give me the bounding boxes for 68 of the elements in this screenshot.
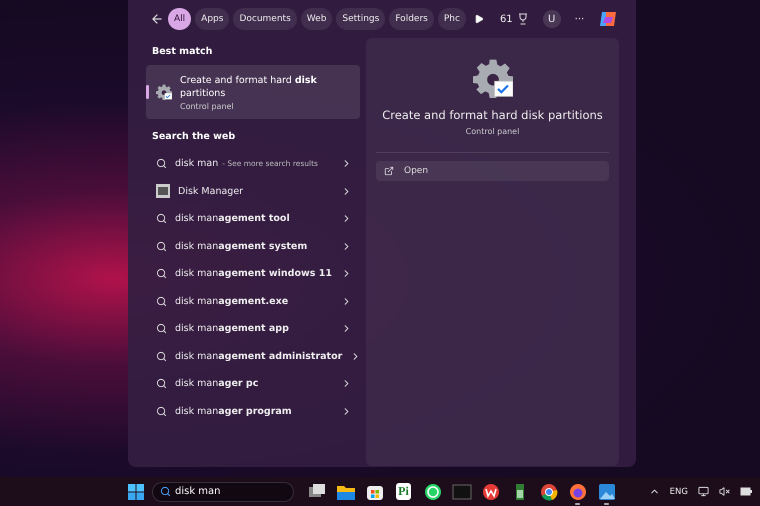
search-icon bbox=[156, 240, 167, 252]
search-icon bbox=[156, 158, 167, 170]
search-icon bbox=[156, 296, 167, 307]
photo-app-icon[interactable] bbox=[596, 482, 616, 502]
web-result-item[interactable]: disk management administrator bbox=[146, 342, 360, 370]
web-result-item[interactable]: disk management.exe bbox=[146, 288, 360, 315]
result-text: disk management app bbox=[175, 323, 289, 334]
result-text: Disk Manager bbox=[178, 186, 244, 197]
terminal-icon[interactable] bbox=[452, 482, 472, 502]
web-result-item[interactable]: disk management windows 11 bbox=[146, 260, 360, 288]
chat-bubble-icon[interactable] bbox=[422, 482, 442, 502]
disk-app-icon bbox=[156, 184, 170, 198]
filter-tab[interactable]: All bbox=[168, 8, 192, 30]
points-count: 61 bbox=[500, 14, 513, 24]
filter-tab[interactable]: Folders bbox=[389, 8, 434, 30]
app-logo[interactable]: Pi bbox=[396, 483, 411, 500]
settings-icon bbox=[156, 84, 172, 100]
filter-tab[interactable]: Web bbox=[300, 8, 332, 30]
search-icon bbox=[156, 268, 167, 280]
search-icon bbox=[156, 350, 167, 362]
selection-indicator bbox=[146, 85, 149, 99]
battery-icon[interactable] bbox=[740, 487, 752, 496]
search-icon bbox=[156, 323, 167, 334]
result-text: disk manager pc bbox=[175, 378, 258, 390]
monitor-icon[interactable] bbox=[698, 486, 709, 497]
section-heading: Search the web bbox=[152, 131, 236, 142]
preview-subtitle: Control panel bbox=[466, 127, 520, 136]
web-result-item[interactable]: disk management system bbox=[146, 232, 360, 260]
search-icon bbox=[156, 213, 167, 224]
filter-tab[interactable]: Documents bbox=[233, 8, 297, 30]
filter-tab[interactable]: Settings bbox=[336, 8, 386, 30]
web-result-item[interactable]: disk management app bbox=[146, 315, 360, 342]
fox-browser-icon[interactable] bbox=[568, 482, 588, 502]
language-indicator[interactable]: ENG bbox=[670, 486, 688, 496]
muted-speaker-icon[interactable] bbox=[719, 486, 730, 497]
result-text: disk man bbox=[175, 158, 218, 170]
web-result-item[interactable]: Disk Manager bbox=[146, 178, 360, 205]
result-text: disk management administrator bbox=[175, 350, 342, 362]
filter-tab[interactable]: Apps bbox=[195, 8, 230, 30]
play-icon[interactable] bbox=[474, 14, 484, 24]
more-options[interactable]: ··· bbox=[574, 14, 584, 24]
settings-icon bbox=[472, 58, 512, 98]
filter-tab[interactable]: Phc bbox=[438, 8, 466, 30]
browser-logo-icon[interactable] bbox=[538, 482, 558, 502]
trophy-icon[interactable] bbox=[516, 13, 529, 25]
open-action[interactable]: Open bbox=[376, 161, 609, 181]
result-text: disk management windows 11 bbox=[175, 268, 332, 280]
result-subtitle: Control panel bbox=[180, 102, 235, 110]
web-result-item[interactable]: disk manager program bbox=[146, 398, 360, 425]
result-text: disk management.exe bbox=[175, 296, 288, 307]
result-text: disk management system bbox=[175, 240, 308, 252]
web-result-item[interactable]: disk management tool bbox=[146, 205, 360, 232]
search-icon bbox=[156, 406, 167, 417]
section-heading: Best match bbox=[152, 46, 214, 57]
result-text: disk management tool bbox=[175, 213, 290, 224]
search-icon bbox=[160, 486, 171, 496]
external-link-icon bbox=[384, 166, 394, 176]
result-text: disk manager program bbox=[175, 406, 292, 417]
web-result-item[interactable]: disk manager pc bbox=[146, 370, 360, 398]
result-title: Create and format hard disk partitions bbox=[180, 74, 318, 100]
user-avatar[interactable]: U bbox=[542, 10, 561, 28]
preview-title: Create and format hard disk partitions bbox=[382, 108, 603, 122]
windows-logo-icon[interactable] bbox=[128, 484, 144, 500]
search-icon bbox=[156, 378, 167, 390]
office-logo-icon[interactable] bbox=[480, 482, 500, 502]
copilot-logo-icon[interactable] bbox=[598, 9, 618, 29]
best-match-item[interactable]: Create and format hard disk partitions Control panel bbox=[146, 65, 360, 119]
back-arrow-icon[interactable] bbox=[150, 12, 164, 26]
